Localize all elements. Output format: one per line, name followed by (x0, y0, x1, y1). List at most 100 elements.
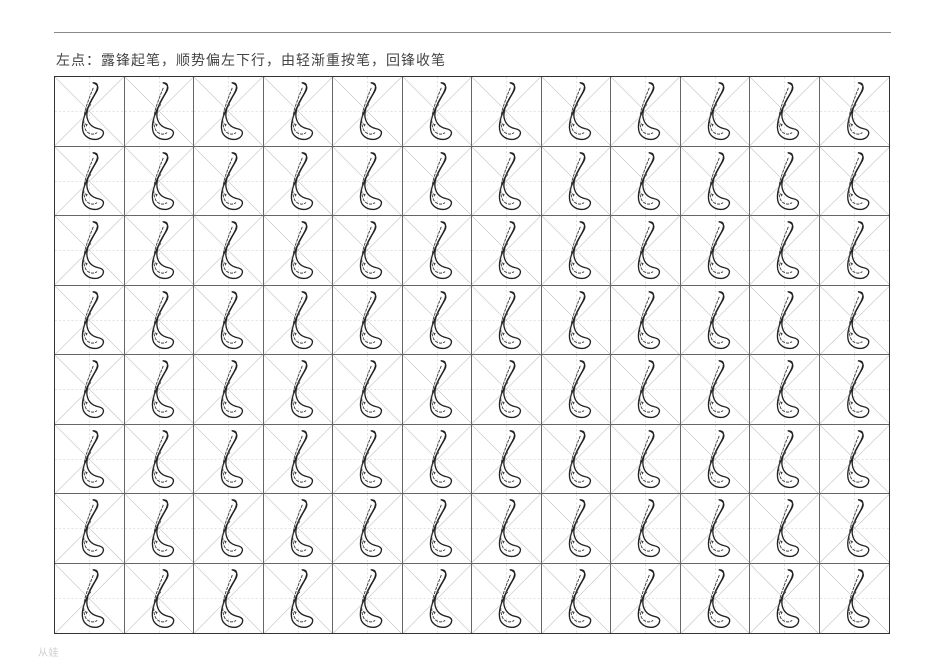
mizige-guides (611, 564, 680, 634)
practice-cell (333, 564, 403, 634)
mizige-guides (55, 216, 124, 285)
left-dot-glyph (125, 355, 194, 424)
left-dot-glyph (55, 216, 124, 285)
mizige-guides (472, 494, 541, 563)
practice-cell (264, 77, 334, 147)
practice-cell (750, 286, 820, 356)
left-dot-glyph (472, 355, 541, 424)
left-dot-glyph (542, 425, 611, 494)
mizige-guides (611, 425, 680, 494)
practice-cell (125, 425, 195, 495)
practice-cell (403, 564, 473, 634)
practice-cell (750, 355, 820, 425)
mizige-guides (820, 286, 890, 355)
mizige-guides (264, 216, 333, 285)
left-dot-glyph (472, 564, 541, 634)
left-dot-glyph (611, 425, 680, 494)
left-dot-glyph (820, 494, 890, 563)
mizige-guides (333, 494, 402, 563)
left-dot-glyph (681, 216, 750, 285)
practice-cell (611, 216, 681, 286)
practice-cell (125, 494, 195, 564)
practice-cell (611, 425, 681, 495)
mizige-guides (472, 147, 541, 216)
left-dot-glyph (542, 77, 611, 146)
mizige-guides (403, 216, 472, 285)
mizige-guides (125, 425, 194, 494)
left-dot-glyph (194, 494, 263, 563)
left-dot-glyph (194, 147, 263, 216)
left-dot-glyph (750, 147, 819, 216)
mizige-guides (264, 494, 333, 563)
mizige-guides (55, 286, 124, 355)
mizige-guides (542, 425, 611, 494)
practice-cell (750, 216, 820, 286)
mizige-guides (542, 216, 611, 285)
stroke-instruction: 左点：露锋起笔，顺势偏左下行，由轻渐重按笔，回锋收笔 (56, 50, 446, 70)
mizige-guides (820, 564, 890, 634)
practice-cell (333, 77, 403, 147)
mizige-guides (55, 355, 124, 424)
left-dot-glyph (681, 564, 750, 634)
mizige-guides (333, 355, 402, 424)
practice-cell (55, 147, 125, 217)
mizige-guides (681, 355, 750, 424)
mizige-guides (194, 355, 263, 424)
practice-cell (264, 564, 334, 634)
mizige-guides (55, 147, 124, 216)
mizige-guides (681, 494, 750, 563)
practice-cell (750, 494, 820, 564)
left-dot-glyph (55, 286, 124, 355)
mizige-guides (750, 77, 819, 146)
mizige-guides (333, 77, 402, 146)
left-dot-glyph (403, 564, 472, 634)
left-dot-glyph (264, 494, 333, 563)
left-dot-glyph (542, 147, 611, 216)
practice-cell (820, 425, 890, 495)
left-dot-glyph (820, 147, 890, 216)
mizige-guides (681, 564, 750, 634)
practice-sheet-page: 左点：露锋起笔，顺势偏左下行，由轻渐重按笔，回锋收笔 从娃 (0, 0, 945, 669)
mizige-guides (333, 147, 402, 216)
left-dot-glyph (611, 286, 680, 355)
practice-cell (264, 425, 334, 495)
left-dot-glyph (403, 494, 472, 563)
mizige-guides (55, 564, 124, 634)
practice-cell (194, 425, 264, 495)
mizige-guides (542, 286, 611, 355)
practice-cell (264, 147, 334, 217)
left-dot-glyph (403, 355, 472, 424)
left-dot-glyph (472, 147, 541, 216)
left-dot-glyph (333, 355, 402, 424)
left-dot-glyph (611, 77, 680, 146)
mizige-guides (750, 216, 819, 285)
left-dot-glyph (542, 286, 611, 355)
practice-cell (542, 564, 612, 634)
practice-cell (194, 147, 264, 217)
mizige-guides (264, 425, 333, 494)
practice-cell (472, 286, 542, 356)
mizige-guides (403, 147, 472, 216)
mizige-guides (472, 216, 541, 285)
mizige-guides (820, 216, 890, 285)
left-dot-glyph (750, 77, 819, 146)
practice-cell (472, 216, 542, 286)
mizige-guides (125, 355, 194, 424)
left-dot-glyph (125, 77, 194, 146)
practice-cell (611, 494, 681, 564)
practice-cell (403, 77, 473, 147)
left-dot-glyph (681, 286, 750, 355)
left-dot-glyph (333, 564, 402, 634)
left-dot-glyph (611, 216, 680, 285)
practice-cell (820, 77, 890, 147)
mizige-guides (333, 564, 402, 634)
mizige-guides (750, 425, 819, 494)
left-dot-glyph (542, 216, 611, 285)
mizige-guides (264, 147, 333, 216)
mizige-guides (472, 77, 541, 146)
mizige-guides (264, 355, 333, 424)
mizige-guides (194, 216, 263, 285)
mizige-guides (472, 564, 541, 634)
mizige-guides (750, 355, 819, 424)
mizige-guides (820, 425, 890, 494)
